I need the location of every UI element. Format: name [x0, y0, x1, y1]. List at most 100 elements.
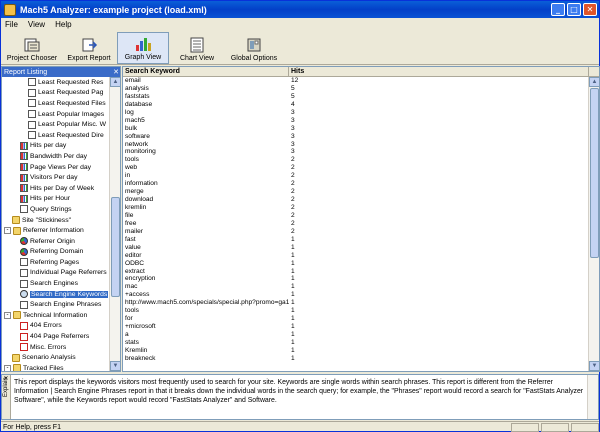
keyword-cell: information — [125, 180, 158, 188]
table-row[interactable]: analysis 5 — [123, 85, 589, 93]
tree-item[interactable]: Scenario Analysis — [2, 352, 110, 363]
tree-item[interactable]: Visitors Per day — [2, 172, 110, 183]
table-row[interactable]: encryption 1 — [123, 275, 589, 283]
table-row[interactable]: information 2 — [123, 180, 589, 188]
table-row[interactable]: breakneck 1 — [123, 355, 589, 363]
tree-item[interactable]: Search Engine Phrases — [2, 299, 110, 310]
scroll-up-icon[interactable]: ▲ — [110, 77, 121, 87]
tree-item[interactable]: Query Strings — [2, 204, 110, 215]
menu-view[interactable]: View — [28, 20, 45, 29]
scroll-down-icon[interactable]: ▼ — [110, 361, 121, 371]
hits-cell: 2 — [291, 219, 295, 227]
tree-item[interactable]: Site "Stickiness" — [2, 215, 110, 226]
tree-item[interactable]: Referring Pages — [2, 257, 110, 268]
tree-scrollbar[interactable]: ▲ ▼ — [109, 77, 121, 371]
table-row[interactable]: for 1 — [123, 315, 589, 323]
export-report-label: Export Report — [67, 55, 111, 62]
tree-item[interactable]: Hits per Day of Week — [2, 183, 110, 194]
table-row[interactable]: mailer 2 — [123, 228, 589, 236]
table-row[interactable]: stats 1 — [123, 339, 589, 347]
table-row[interactable]: database 4 — [123, 101, 589, 109]
menu-file[interactable]: File — [5, 20, 18, 29]
tree-item[interactable]: Misc. Errors — [2, 342, 110, 353]
table-row[interactable]: Kremlin 1 — [123, 347, 589, 355]
hits-cell: 2 — [291, 188, 295, 196]
status-bar: For Help, press F1 — [1, 421, 599, 432]
tree-item-label: Visitors Per day — [30, 174, 78, 182]
table-row[interactable]: bulk 3 — [123, 125, 589, 133]
export-report-button[interactable]: Export Report — [63, 32, 115, 64]
tree-item[interactable]: Referrer Origin — [2, 236, 110, 247]
table-row[interactable]: ODBC 1 — [123, 260, 589, 268]
table-scrollbar[interactable]: ▲ ▼ — [588, 77, 599, 371]
table-row[interactable]: tools 1 — [123, 307, 589, 315]
tree-item[interactable]: Search Engine Keywords — [2, 289, 110, 300]
table-row[interactable]: http://www.mach5.com/specials/special.ph… — [123, 299, 589, 307]
tree-item[interactable]: Least Requested Files — [2, 98, 110, 109]
keyword-cell: Kremlin — [125, 346, 148, 354]
table-row[interactable]: +microsoft 1 — [123, 323, 589, 331]
tree-item[interactable]: Hits per day — [2, 141, 110, 152]
tree-item[interactable]: Hits per Hour — [2, 194, 110, 205]
table-row[interactable]: web 2 — [123, 164, 589, 172]
column-header-keyword[interactable]: Search Keyword — [123, 67, 289, 76]
table-row[interactable]: free 2 — [123, 220, 589, 228]
close-panel-icon[interactable]: ✕ — [112, 68, 120, 76]
table-row[interactable]: file 2 — [123, 212, 589, 220]
collapse-icon[interactable]: - — [4, 227, 11, 235]
table-row[interactable]: network 3 — [123, 141, 589, 149]
table-row[interactable]: tools 2 — [123, 156, 589, 164]
collapse-icon[interactable]: - — [4, 364, 11, 371]
tree-item[interactable]: - Tracked Files — [2, 363, 110, 371]
table-scroll-thumb[interactable] — [590, 88, 599, 258]
table-row[interactable]: a1 — [123, 331, 589, 339]
table-row[interactable]: value 1 — [123, 244, 589, 252]
tree-item[interactable]: Least Popular Images — [2, 109, 110, 120]
graph-view-button[interactable]: Graph View — [117, 32, 169, 64]
tree-item[interactable]: Least Requested Pag — [2, 88, 110, 99]
tree-item[interactable]: - Technical Information — [2, 310, 110, 321]
table-row[interactable]: email 12 — [123, 77, 589, 85]
table-row[interactable]: +access 1 — [123, 291, 589, 299]
tree-item[interactable]: Least Requested Dire — [2, 130, 110, 141]
maximize-button[interactable]: □ — [567, 3, 581, 16]
explain-scrollbar[interactable] — [587, 375, 598, 419]
tree-item-label: Referring Pages — [30, 258, 80, 266]
table-row[interactable]: fast 1 — [123, 236, 589, 244]
minimize-button[interactable]: _ — [551, 3, 565, 16]
tree-item[interactable]: Least Requested Res — [2, 77, 110, 88]
collapse-icon[interactable]: - — [4, 311, 11, 319]
table-row[interactable]: log 3 — [123, 109, 589, 117]
tree-item[interactable]: 404 Page Referrers — [2, 331, 110, 342]
global-options-button[interactable]: Global Options — [225, 32, 283, 64]
table-row[interactable]: in 2 — [123, 172, 589, 180]
table-row[interactable]: kremlin 2 — [123, 204, 589, 212]
table-row[interactable]: mach5 3 — [123, 117, 589, 125]
chart-view-button[interactable]: Chart View — [171, 32, 223, 64]
tree-item[interactable]: 404 Errors — [2, 321, 110, 332]
tree-item[interactable]: Referring Domain — [2, 247, 110, 258]
tree-item[interactable]: Least Popular Misc. W — [2, 119, 110, 130]
table-row[interactable]: extract 1 — [123, 268, 589, 276]
tree-item[interactable]: Individual Page Referrers — [2, 268, 110, 279]
column-header-hits[interactable]: Hits — [289, 67, 589, 76]
table-row[interactable]: merge 2 — [123, 188, 589, 196]
tree-item[interactable]: Page Views Per day — [2, 162, 110, 173]
tree-item[interactable]: Bandwidth Per day — [2, 151, 110, 162]
project-chooser-button[interactable]: Project Chooser — [3, 32, 61, 64]
table-row[interactable]: mac 1 — [123, 283, 589, 291]
tree-item[interactable]: - Referrer Information — [2, 225, 110, 236]
tree-scroll-thumb[interactable] — [111, 197, 120, 297]
scroll-up-icon[interactable]: ▲ — [589, 77, 599, 87]
menu-help[interactable]: Help — [55, 20, 71, 29]
keyword-cell: stats — [125, 338, 139, 346]
table-row[interactable]: monitoring 3 — [123, 148, 589, 156]
close-button[interactable]: ✕ — [583, 3, 597, 16]
tree-item[interactable]: Search Engines — [2, 278, 110, 289]
scroll-down-icon[interactable]: ▼ — [589, 361, 599, 371]
table-row[interactable]: software 3 — [123, 133, 589, 141]
table-row[interactable]: editor 1 — [123, 252, 589, 260]
keyword-cell: faststats — [125, 92, 150, 100]
table-row[interactable]: faststats 5 — [123, 93, 589, 101]
table-row[interactable]: download 2 — [123, 196, 589, 204]
